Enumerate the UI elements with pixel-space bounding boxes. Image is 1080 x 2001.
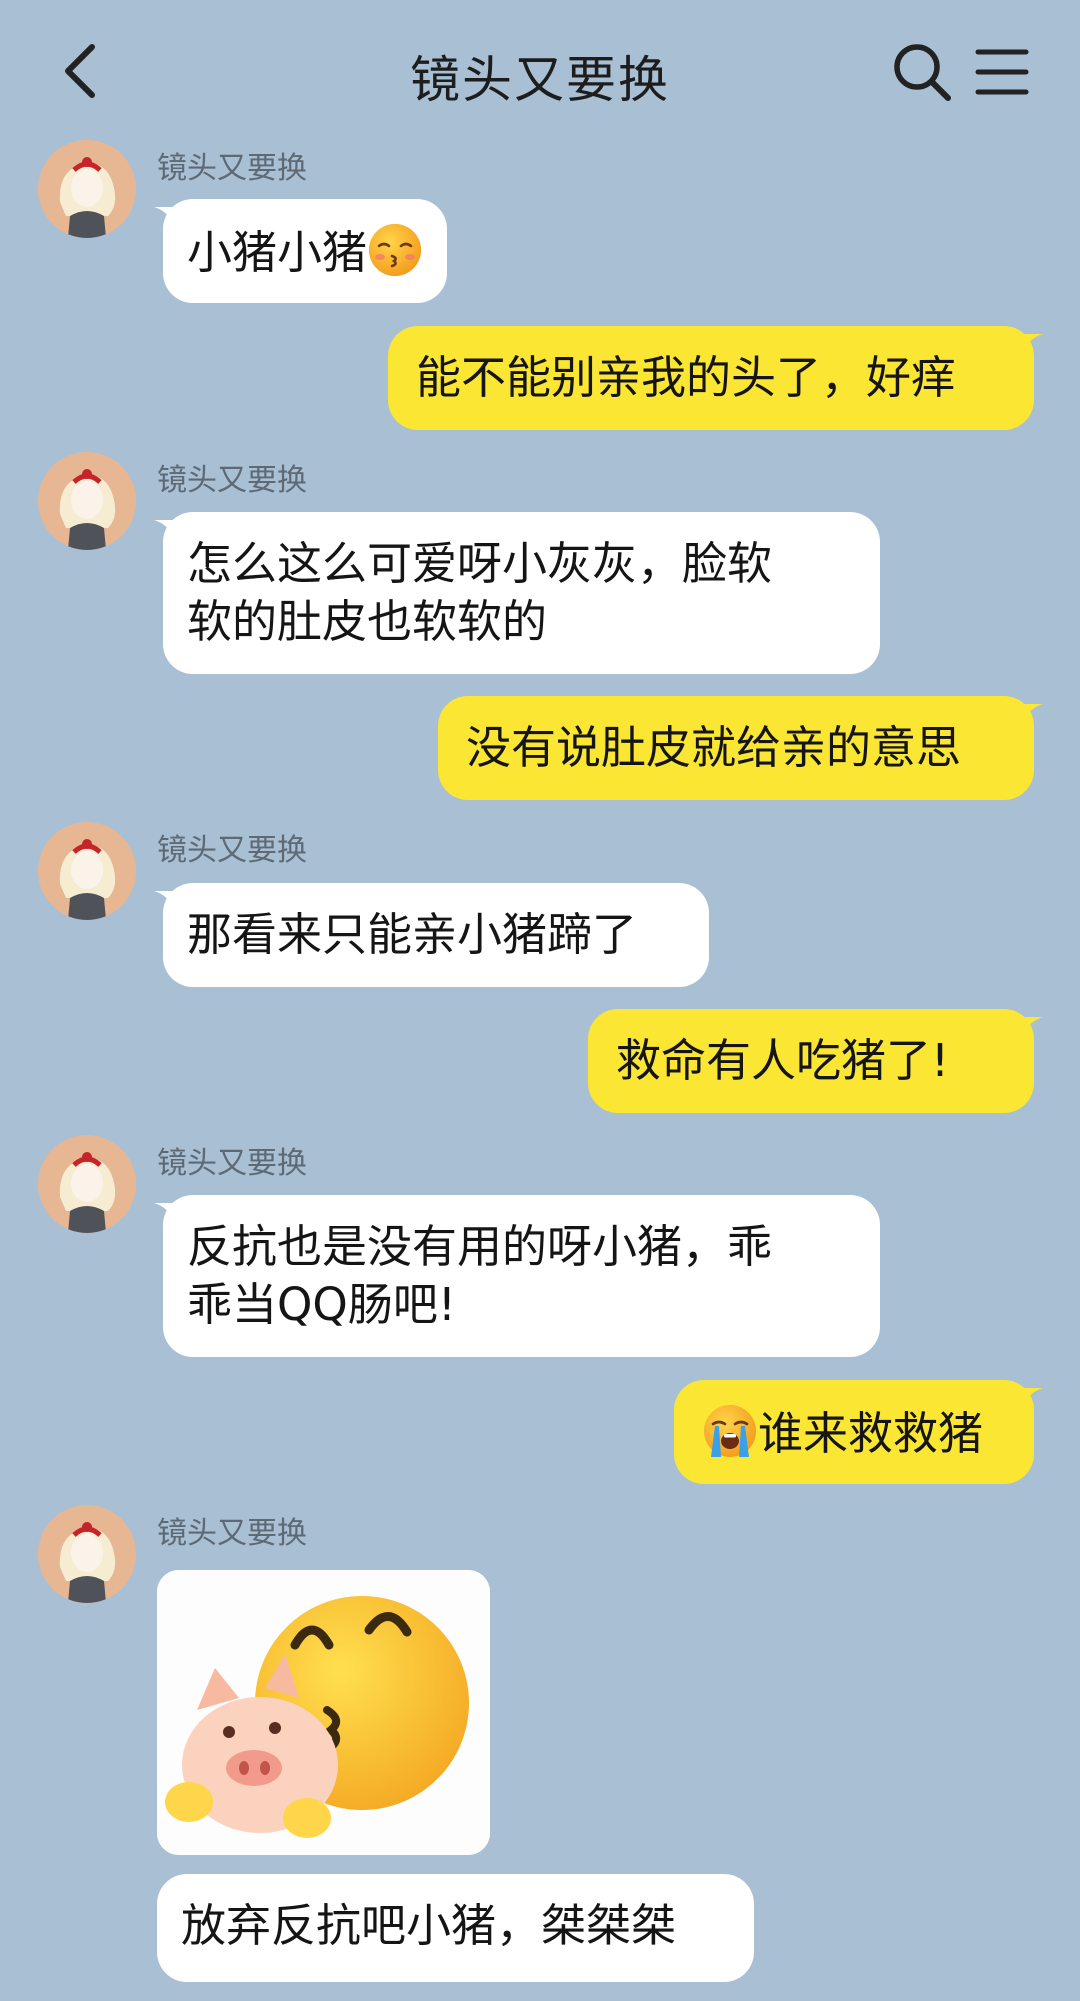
kissing-face-closed-eyes-icon (369, 224, 422, 276)
bubble-tail (154, 520, 176, 540)
message-bubble[interactable]: 那看来只能亲小猪蹄了 (154, 883, 709, 987)
sender-name: 镜头又要换 (157, 463, 307, 498)
message-bubble[interactable]: 反抗也是没有用的呀小猪，乖 乖当QQ肠吧! (154, 1195, 880, 1357)
loudly-crying-face-icon (704, 1405, 756, 1457)
message-bubble[interactable]: 能不能别亲我的头了，好痒 (388, 326, 1043, 430)
sender-name: 镜头又要换 (157, 151, 307, 186)
pig-and-kissing-emoji-sticker-icon (157, 1570, 490, 1855)
message-text-line: 软的肚皮也软软的 (187, 595, 548, 648)
message-text: 放弃反抗吧小猪，桀桀桀 (181, 1899, 677, 1952)
sender-name: 镜头又要换 (157, 1146, 307, 1181)
bubble-tail (154, 1203, 176, 1223)
message-bubble[interactable]: 放弃反抗吧小猪，桀桀桀 (157, 1874, 754, 1982)
message-bubble[interactable]: 救命有人吃猪了! (588, 1009, 1043, 1113)
chat-header: 镜头又要换 (0, 0, 1080, 140)
bubble-tail (154, 207, 176, 227)
search-button[interactable] (890, 40, 954, 104)
avatar-icon (38, 822, 136, 920)
bubble-tail (154, 891, 176, 911)
message-text-line: 反抗也是没有用的呀小猪，乖 (187, 1220, 773, 1273)
message-bubble[interactable]: 小猪小猪 (154, 199, 448, 303)
avatar-icon (38, 1505, 136, 1603)
message-text: 没有说肚皮就给亲的意思 (466, 721, 962, 774)
message-text-line: 乖当QQ肠吧! (187, 1278, 456, 1331)
avatar-icon (38, 452, 136, 550)
bubble-tail (1021, 334, 1043, 354)
sender-name: 镜头又要换 (157, 833, 307, 868)
message-text: 那看来只能亲小猪蹄了 (187, 908, 638, 961)
search-icon (894, 44, 951, 101)
bubble-tail (1021, 1017, 1043, 1037)
message-text: 救命有人吃猪了! (616, 1034, 950, 1087)
message-bubble[interactable]: 谁来救救猪 (674, 1380, 1043, 1484)
message-text-line: 怎么这么可爱呀小灰灰，脸软 (187, 537, 773, 590)
message-bubble[interactable]: 没有说肚皮就给亲的意思 (438, 696, 1043, 800)
message-text: 能不能别亲我的头了，好痒 (416, 351, 957, 404)
avatar[interactable] (38, 140, 136, 238)
avatar[interactable] (38, 1505, 136, 1603)
avatar-icon (38, 140, 136, 238)
avatar[interactable] (38, 822, 136, 920)
message-text: 小猪小猪 (187, 226, 368, 279)
image-message[interactable] (157, 1570, 490, 1855)
avatar[interactable] (38, 452, 136, 550)
message-bubble[interactable]: 怎么这么可爱呀小灰灰，脸软 软的肚皮也软软的 (154, 512, 880, 674)
chat-screen: 镜头又要换 镜头又要换 小猪小猪 能不能别亲我的头了，好痒 镜头又要换 怎么这么… (0, 0, 1080, 2001)
menu-icon (975, 49, 1029, 95)
avatar-icon (38, 1135, 136, 1233)
menu-button[interactable] (974, 44, 1030, 100)
sender-name: 镜头又要换 (157, 1516, 307, 1551)
bubble-tail (1021, 704, 1043, 724)
message-text: 谁来救救猪 (758, 1407, 984, 1460)
bubble-tail (1021, 1388, 1043, 1408)
avatar[interactable] (38, 1135, 136, 1233)
